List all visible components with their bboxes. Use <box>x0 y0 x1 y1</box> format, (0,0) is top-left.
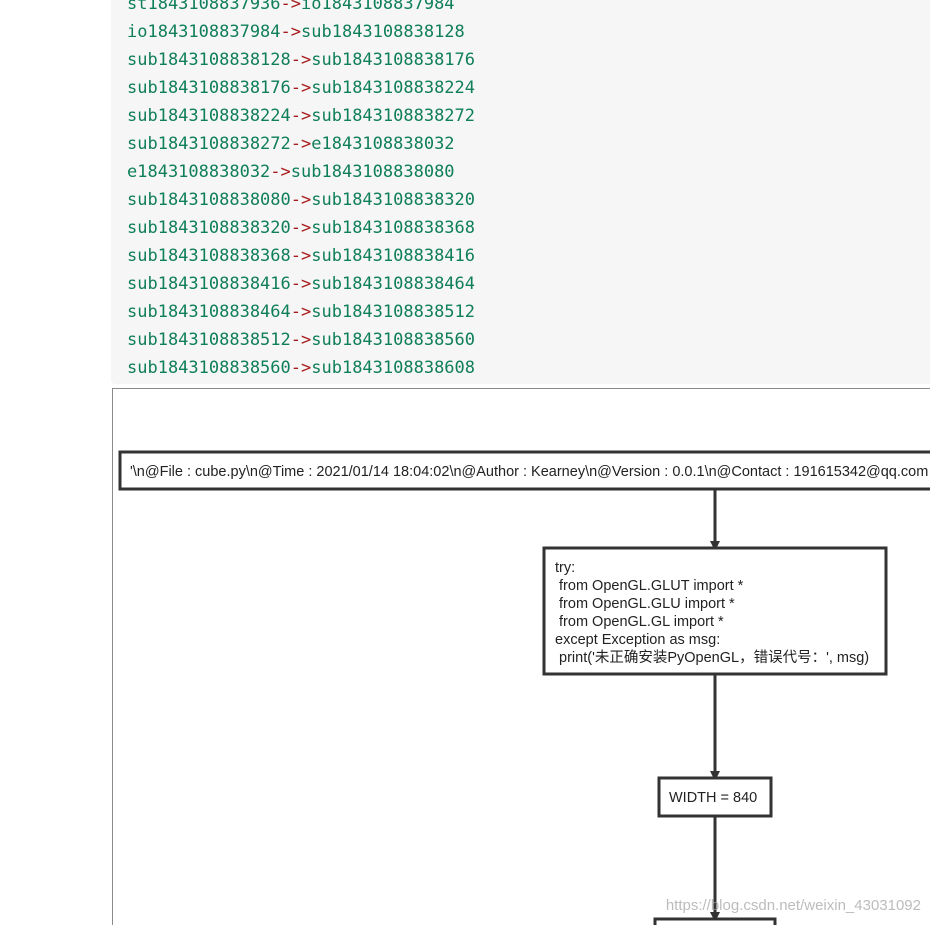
header-io-node: '\n@File : cube.py\n@Time : 2021/01/14 1… <box>118 450 930 491</box>
code-source-node: sub1843108838128 <box>127 50 291 70</box>
code-line: e1843108838032->sub1843108838080 <box>127 158 455 186</box>
code-target-node: sub1843108838368 <box>311 218 476 238</box>
code-source-node: e1843108838032 <box>127 162 271 182</box>
code-arrow: -> <box>290 134 312 154</box>
code-arrow: -> <box>290 246 312 266</box>
node-text-line: from OpenGL.GL import * <box>555 614 724 630</box>
code-source-node: sub1843108838176 <box>127 78 291 98</box>
node-box <box>653 917 777 925</box>
code-line: sub1843108838128->sub1843108838176 <box>127 46 475 74</box>
code-arrow: -> <box>290 302 312 322</box>
code-arrow: -> <box>290 78 312 98</box>
code-line: sub1843108838080->sub1843108838320 <box>127 186 475 214</box>
code-source-node: io1843108837984 <box>127 22 281 42</box>
code-target-node: sub1843108838128 <box>301 22 465 42</box>
code-arrow: -> <box>290 218 312 238</box>
code-line: sub1843108838224->sub1843108838272 <box>127 102 475 130</box>
node-text-line: WIDTH = 840 <box>669 790 757 806</box>
width-assign-node: WIDTH = 840 <box>657 776 773 818</box>
code-arrow: -> <box>270 162 291 182</box>
code-source-node: sub1843108838224 <box>127 106 291 126</box>
code-arrow: -> <box>280 0 302 14</box>
code-line: sub1843108838176->sub1843108838224 <box>127 74 475 102</box>
code-target-node: sub1843108838560 <box>311 330 476 350</box>
code-line: sub1843108838512->sub1843108838560 <box>127 326 475 354</box>
code-target-node: sub1843108838512 <box>311 302 476 322</box>
code-target-node: sub1843108838080 <box>290 162 455 182</box>
code-source-node: sub1843108838416 <box>127 274 291 294</box>
code-source-node: sub1843108838080 <box>127 190 291 210</box>
code-line: io1843108837984->sub1843108838128 <box>127 18 465 46</box>
code-line: sub1843108838416->sub1843108838464 <box>127 270 475 298</box>
code-source-node: sub1843108838272 <box>127 134 291 154</box>
node-text-line: except Exception as msg: <box>555 632 720 648</box>
node-text-line: print('未正确安装PyOpenGL，错误代号：', msg) <box>555 649 869 666</box>
code-block: st1843108837936->io1843108837984 io184310… <box>111 0 930 384</box>
code-target-node: sub1843108838320 <box>311 190 476 210</box>
code-source-node: sub1843108838368 <box>127 246 291 266</box>
code-target-node: sub1843108838464 <box>311 274 476 294</box>
code-target-node: sub1843108838224 <box>311 78 476 98</box>
code-line: sub1843108838320->sub1843108838368 <box>127 214 475 242</box>
code-source-node: sub1843108838464 <box>127 302 291 322</box>
code-arrow: -> <box>280 22 302 42</box>
code-line: sub1843108838464->sub1843108838512 <box>127 298 475 326</box>
try-import-node: try: from OpenGL.GLUT import * from Open… <box>542 546 888 676</box>
code-target-node: sub1843108838416 <box>311 246 476 266</box>
code-arrow: -> <box>290 50 312 70</box>
watermark: https://blog.csdn.net/weixin_43031092 <box>665 897 921 914</box>
code-source-node: sub1843108838320 <box>127 218 291 238</box>
node-text-line: try: <box>555 560 575 576</box>
code-source-node: st1843108837936 <box>127 0 281 14</box>
flowchart-frame: '\n@File : cube.py\n@Time : 2021/01/14 1… <box>112 388 930 925</box>
node-text-line: '\n@File : cube.py\n@Time : 2021/01/14 1… <box>130 464 928 480</box>
code-arrow: -> <box>290 106 312 126</box>
code-arrow: -> <box>290 358 312 378</box>
node-text-line: from OpenGL.GLUT import * <box>555 578 744 594</box>
code-arrow: -> <box>290 190 312 210</box>
code-line: sub1843108838368->sub1843108838416 <box>127 242 475 270</box>
flowchart-svg: '\n@File : cube.py\n@Time : 2021/01/14 1… <box>118 450 930 925</box>
code-target-node: sub1843108838272 <box>311 106 476 126</box>
code-line: sub1843108838560->sub1843108838608 <box>127 354 475 382</box>
code-arrow: -> <box>290 330 312 350</box>
code-arrow: -> <box>290 274 312 294</box>
next-node <box>653 917 777 925</box>
node-text-line: from OpenGL.GLU import * <box>555 596 735 612</box>
code-source-node: sub1843108838560 <box>127 358 291 378</box>
code-target-node: e1843108838032 <box>311 134 455 154</box>
code-target-node: io1843108837984 <box>301 0 455 14</box>
code-target-node: sub1843108838608 <box>311 358 476 378</box>
code-line: sub1843108838272->e1843108838032 <box>127 130 455 158</box>
code-source-node: sub1843108838512 <box>127 330 291 350</box>
code-line: st1843108837936->io1843108837984 <box>127 0 455 18</box>
code-target-node: sub1843108838176 <box>311 50 476 70</box>
